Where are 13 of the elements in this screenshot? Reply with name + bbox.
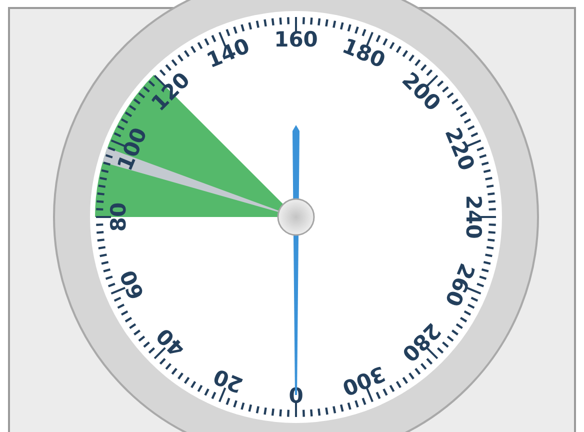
scale-label: 20 — [210, 364, 246, 398]
scale-label: 60 — [116, 266, 149, 303]
scale-label: 40 — [152, 324, 190, 362]
scale-label: 140 — [203, 34, 254, 73]
scale-label: 100 — [112, 124, 152, 174]
scale-label: 80 — [106, 202, 131, 232]
scale-label: 220 — [440, 124, 480, 174]
needle-hub — [277, 198, 315, 236]
scale-label: 160 — [274, 28, 318, 52]
scale-label: 300 — [338, 361, 389, 400]
scale-label: 260 — [440, 260, 480, 310]
scale-label: 240 — [461, 195, 486, 239]
scale-label: 180 — [338, 34, 389, 73]
